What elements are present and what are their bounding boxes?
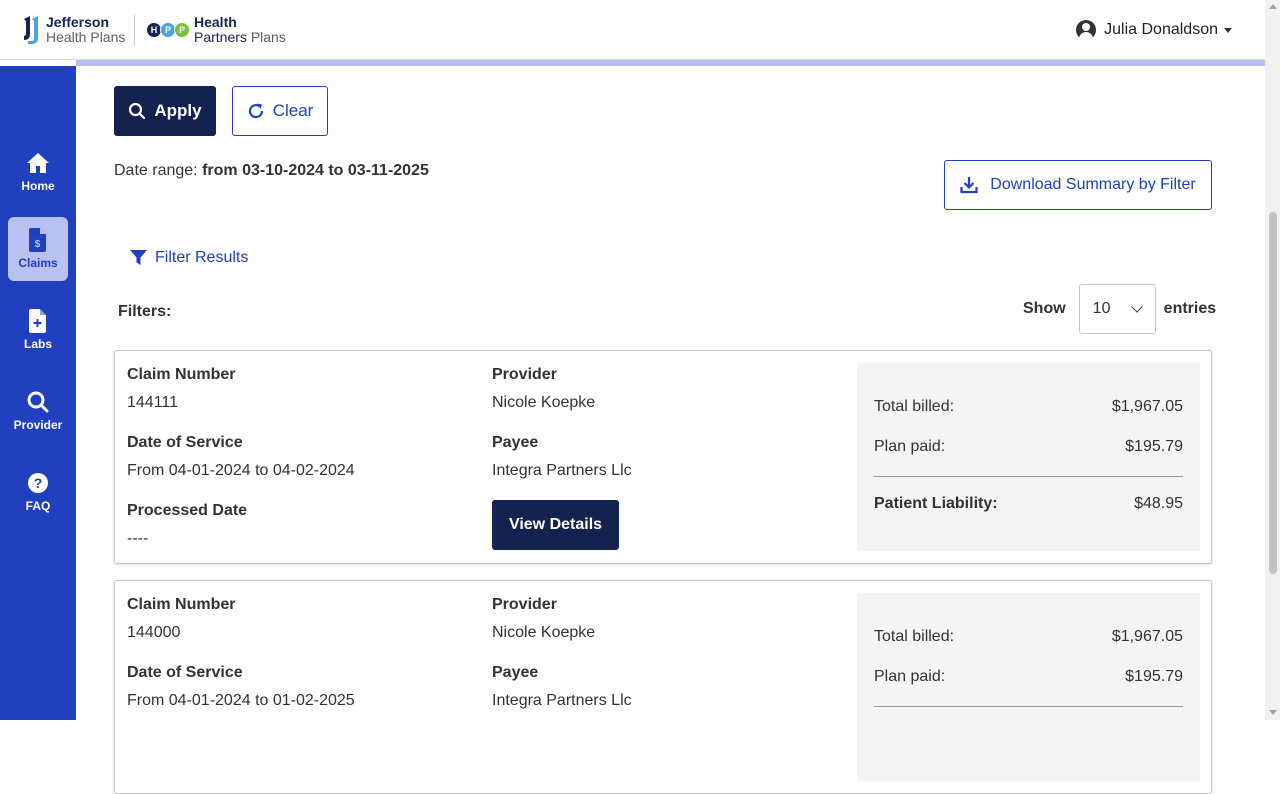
user-menu[interactable]: Julia Donaldson (1076, 20, 1232, 40)
show-entries: Show 10 entries (1023, 284, 1216, 334)
date-of-service-value: From 04-01-2024 to 04-02-2024 (127, 462, 355, 479)
total-billed-label: Total billed: (874, 398, 955, 415)
search-icon (26, 390, 50, 414)
entries-select-value: 10 (1092, 300, 1111, 317)
clear-button[interactable]: Clear (232, 86, 328, 136)
apply-button-label: Apply (154, 101, 202, 120)
jefferson-logo-line1: Jefferson (46, 14, 110, 30)
sidebar-item-label: Home (21, 179, 55, 193)
jefferson-logo[interactable]: Jefferson Health Plans (22, 14, 125, 46)
filter-results-label: Filter Results (155, 249, 249, 266)
home-icon (26, 151, 50, 175)
apply-button[interactable]: Apply (114, 86, 216, 136)
hpp-logo-line2a: Partners (194, 29, 247, 45)
labs-icon (26, 309, 50, 333)
claim-summary: Total billed: $1,967.05 Plan paid: $195.… (857, 363, 1200, 551)
claim-card: Claim Number 144000 Provider Nicole Koep… (114, 580, 1212, 794)
sidebar-item-label: Labs (23, 337, 52, 351)
payee-label: Payee (492, 434, 539, 451)
hpp-logo-line2b: Plans (250, 29, 286, 45)
payee-label: Payee (492, 664, 539, 681)
plan-paid-label: Plan paid: (874, 438, 946, 455)
entries-per-page-select[interactable]: 10 (1078, 284, 1156, 334)
plan-paid-value: $195.79 (1125, 668, 1183, 685)
svg-text:?: ? (34, 475, 43, 491)
show-label: Show (1023, 300, 1066, 317)
sidebar: Home $ Claims Labs Provider ? FAQ (0, 66, 76, 720)
payee-value: Integra Partners Llc (492, 692, 632, 709)
plan-paid-value: $195.79 (1125, 438, 1183, 455)
date-range-prefix: Date range: (114, 162, 203, 179)
sidebar-item-faq[interactable]: ? FAQ (8, 460, 68, 524)
filter-results-toggle[interactable]: Filter Results (130, 249, 248, 267)
provider-label: Provider (492, 366, 557, 383)
user-name: Julia Donaldson (1104, 21, 1218, 38)
jefferson-logo-mark (22, 16, 40, 44)
jefferson-logo-line2: Health Plans (46, 29, 126, 45)
download-summary-button[interactable]: Download Summary by Filter (944, 160, 1212, 210)
date-of-service-value: From 04-01-2024 to 01-02-2025 (127, 692, 355, 709)
sidebar-item-home[interactable]: Home (8, 140, 68, 204)
date-of-service-label: Date of Service (127, 434, 243, 451)
total-billed-value: $1,967.05 (1111, 628, 1183, 645)
hpp-logo-mark: H P P (146, 22, 190, 38)
sidebar-item-claims[interactable]: $ Claims (8, 217, 68, 281)
hpp-logo[interactable]: H P P Health Partners Plans (146, 14, 286, 46)
claim-summary: Total billed: $1,967.05 Plan paid: $195.… (857, 593, 1200, 781)
svg-text:$: $ (35, 239, 41, 250)
sidebar-item-label: FAQ (25, 499, 51, 513)
provider-value: Nicole Koepke (492, 624, 596, 641)
scroll-up-arrow-icon[interactable] (1269, 4, 1277, 9)
sidebar-item-label: Provider (13, 418, 63, 432)
claim-number-value: 144000 (127, 624, 181, 641)
payee-value: Integra Partners Llc (492, 462, 632, 479)
patient-liability-label: Patient Liability: (874, 495, 998, 512)
sidebar-item-provider[interactable]: Provider (8, 379, 68, 443)
sidebar-item-labs[interactable]: Labs (8, 298, 68, 362)
view-details-button[interactable]: View Details (492, 500, 619, 550)
claim-card: Claim Number 144111 Provider Nicole Koep… (114, 350, 1212, 564)
hpp-logo-line1: Health (194, 14, 237, 30)
caret-down-icon (1224, 27, 1232, 33)
header-accent-bar (76, 60, 1265, 66)
filters-label: Filters: (118, 303, 172, 320)
claim-number-label: Claim Number (127, 596, 236, 613)
filter-icon (130, 250, 147, 265)
refresh-icon (248, 103, 263, 119)
sidebar-item-label: Claims (18, 256, 58, 270)
patient-liability-value: $48.95 (1134, 495, 1183, 512)
scroll-thumb[interactable] (1269, 212, 1277, 574)
total-billed-value: $1,967.05 (1111, 398, 1183, 415)
top-header: Jefferson Health Plans H P P Health Part… (0, 0, 1265, 60)
processed-date-label: Processed Date (127, 502, 248, 519)
plan-paid-label: Plan paid: (874, 668, 946, 685)
hpp-dot-p2: P (174, 22, 190, 38)
search-icon (129, 102, 146, 120)
claim-number-value: 144111 (127, 394, 179, 411)
summary-divider (874, 476, 1183, 477)
date-range: Date range: from 03-10-2024 to 03-11-202… (114, 162, 429, 180)
user-avatar-icon (1076, 20, 1097, 40)
provider-label: Provider (492, 596, 557, 613)
date-range-value: from 03-10-2024 to 03-11-2025 (202, 162, 429, 179)
clear-button-label: Clear (272, 101, 314, 120)
summary-divider (874, 706, 1183, 707)
processed-date-value: ---- (127, 530, 149, 547)
download-icon (960, 177, 978, 194)
question-icon: ? (26, 471, 50, 495)
logo-divider (134, 14, 135, 46)
total-billed-label: Total billed: (874, 628, 955, 645)
provider-value: Nicole Koepke (492, 394, 596, 411)
entries-label: entries (1163, 300, 1217, 317)
claims-icon: $ (26, 228, 50, 252)
claim-number-label: Claim Number (127, 366, 236, 383)
download-summary-label: Download Summary by Filter (990, 176, 1196, 193)
scroll-down-arrow-icon[interactable] (1269, 710, 1277, 715)
page-scrollbar[interactable] (1265, 0, 1280, 720)
date-of-service-label: Date of Service (127, 664, 243, 681)
chevron-down-icon (1131, 301, 1143, 313)
